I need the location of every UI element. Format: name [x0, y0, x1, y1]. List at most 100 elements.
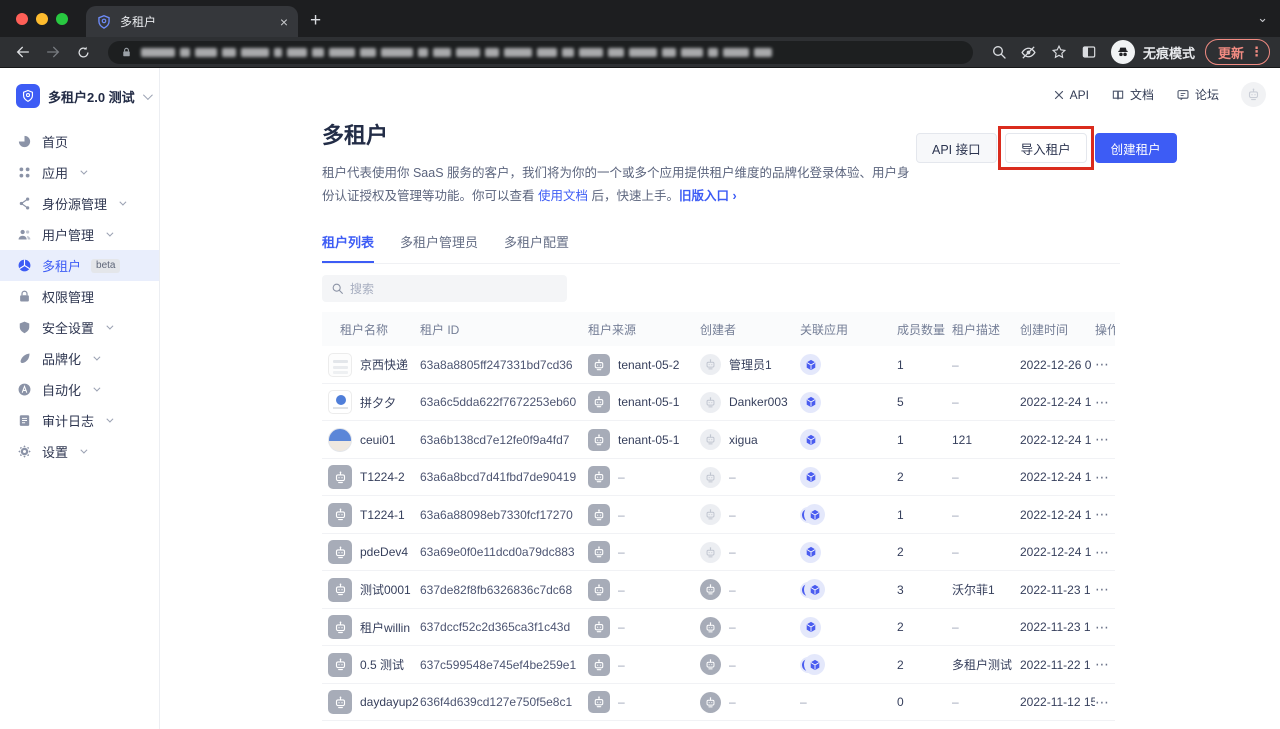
workspace-switcher[interactable]: 多租户2.0 测试	[16, 82, 159, 110]
sidebar-item-grid[interactable]: 应用	[0, 157, 159, 188]
browser-tab[interactable]: 多租户 ×	[86, 6, 298, 37]
new-tab-button[interactable]: +	[310, 10, 321, 32]
table-row[interactable]: pdeDev4 63a69e0f0e11dcd0a79dc883 – – – 2…	[322, 534, 1115, 572]
sidebar-item-chevron-icon	[93, 385, 100, 392]
import-tenant-button[interactable]: 导入租户	[1005, 133, 1087, 163]
sidebar-item-gear[interactable]: 设置	[0, 436, 159, 467]
row-actions-button[interactable]: ⋯	[1095, 431, 1115, 448]
row-actions-button[interactable]: ⋯	[1095, 544, 1115, 561]
sidebar-item-chevron-icon	[80, 168, 87, 175]
create-tenant-button[interactable]: 创建租户	[1095, 133, 1177, 163]
sidebar-item-label: 安全设置	[42, 318, 94, 337]
row-actions-button[interactable]: ⋯	[1095, 694, 1115, 711]
user-avatar[interactable]	[1241, 82, 1266, 107]
browser-chrome: 多租户 × + ⌄ 无痕模式 更新 ⋮	[0, 0, 1280, 68]
password-eye-off-icon[interactable]	[1015, 38, 1043, 66]
tenant-description: –	[952, 620, 1020, 634]
row-actions-button[interactable]: ⋯	[1095, 656, 1115, 673]
row-actions-button[interactable]: ⋯	[1095, 581, 1115, 598]
close-window-button[interactable]	[16, 13, 28, 25]
column-header: 租户名称	[322, 321, 420, 338]
reload-button[interactable]	[70, 39, 96, 65]
creator-name: xigua	[729, 433, 758, 447]
row-actions-button[interactable]: ⋯	[1095, 469, 1115, 486]
sidebar-item-tenant[interactable]: 多租户 beta	[0, 250, 159, 281]
legacy-entry-link[interactable]: 旧版入口 ›	[679, 189, 737, 203]
pie-icon	[17, 134, 32, 149]
tenant-source: –	[618, 545, 625, 559]
member-count: 2	[897, 620, 952, 634]
creator-avatar	[700, 617, 721, 638]
creator-avatar	[700, 504, 721, 525]
table-row[interactable]: T1224-1 63a6a88098eb7330fcf17270 – – – 1…	[322, 496, 1115, 534]
api-endpoint-button[interactable]: API 接口	[916, 133, 997, 163]
bookmark-star-icon[interactable]	[1045, 38, 1073, 66]
tenant-description: –	[952, 545, 1020, 559]
sidebar-item-auto[interactable]: 自动化	[0, 374, 159, 405]
table-row[interactable]: 京西快递 63a8a8805ff247331bd7cd36 tenant-05-…	[322, 346, 1115, 384]
sidebar-item-share[interactable]: 身份源管理	[0, 188, 159, 219]
tenant-name: 租户willin	[360, 619, 410, 636]
linked-app-icon	[804, 654, 825, 675]
creator-avatar	[700, 692, 721, 713]
sidebar-item-log[interactable]: 审计日志	[0, 405, 159, 436]
toolbar-right: 无痕模式 更新 ⋮	[985, 38, 1270, 66]
api-label: API	[1070, 88, 1089, 102]
forum-link[interactable]: 论坛	[1176, 86, 1219, 103]
sidebar-item-lock[interactable]: 权限管理	[0, 281, 159, 312]
incognito-profile[interactable]: 无痕模式	[1111, 40, 1195, 64]
table-row[interactable]: 测试0001 637de82f8fb6326836c7dc68 – – – 3 …	[322, 571, 1115, 609]
member-count: 3	[897, 583, 952, 597]
browser-update-button[interactable]: 更新 ⋮	[1205, 39, 1270, 65]
forward-button[interactable]	[40, 39, 66, 65]
search-input[interactable]	[350, 282, 558, 296]
browser-toolbar: 无痕模式 更新 ⋮	[0, 37, 1280, 68]
sidebar-item-pie[interactable]: 首页	[0, 126, 159, 157]
tab-strip: 多租户 × + ⌄	[0, 0, 1280, 37]
row-actions-button[interactable]: ⋯	[1095, 506, 1115, 523]
tenant-name: daydayup2	[360, 695, 419, 709]
sidebar-item-users[interactable]: 用户管理	[0, 219, 159, 250]
linked-apps: –	[800, 467, 897, 488]
page-tab[interactable]: 多租户管理员	[400, 232, 478, 263]
tenant-source-icon	[588, 391, 610, 413]
tenant-name: 0.5 测试	[360, 656, 404, 673]
minimize-window-button[interactable]	[36, 13, 48, 25]
workspace-name: 多租户2.0 测试	[48, 87, 135, 106]
member-count: 2	[897, 545, 952, 559]
linked-apps-empty: –	[800, 695, 807, 709]
tab-close-icon[interactable]: ×	[280, 14, 288, 30]
gear-icon	[17, 444, 32, 459]
site-lock-icon	[120, 46, 133, 59]
table-row[interactable]: T1224-2 63a6a8bcd7d41fbd7de90419 – – – 2…	[322, 459, 1115, 497]
sidebar-item-brush[interactable]: 品牌化	[0, 343, 159, 374]
address-bar[interactable]	[108, 41, 973, 64]
side-panel-icon[interactable]	[1075, 38, 1103, 66]
usage-doc-link[interactable]: 使用文档	[538, 189, 588, 203]
api-link[interactable]: API	[1053, 88, 1089, 102]
table-row[interactable]: daydayup2 636f4d639cd127e750f5e8c1 – – –…	[322, 684, 1115, 722]
tenant-id: 63a8a8805ff247331bd7cd36	[420, 358, 588, 372]
window-controls[interactable]	[16, 13, 68, 25]
row-actions-button[interactable]: ⋯	[1095, 619, 1115, 636]
back-button[interactable]	[10, 39, 36, 65]
browser-menu-dots-icon[interactable]: ⋮	[1250, 44, 1263, 60]
docs-link[interactable]: 文档	[1111, 86, 1154, 103]
zoom-search-icon[interactable]	[985, 38, 1013, 66]
sidebar-item-shield2[interactable]: 安全设置	[0, 312, 159, 343]
page-tab[interactable]: 多租户配置	[504, 232, 569, 263]
created-time: 2022-11-23 1	[1020, 620, 1095, 634]
row-actions-button[interactable]: ⋯	[1095, 356, 1115, 373]
page-tab[interactable]: 租户列表	[322, 232, 374, 263]
table-row[interactable]: ceui01 63a6b138cd7e12fe0f9a4fd7 tenant-0…	[322, 421, 1115, 459]
table-row[interactable]: 0.5 测试 637c599548e745ef4be259e1 – – – 2 …	[322, 646, 1115, 684]
tab-search-chevron-icon[interactable]: ⌄	[1257, 10, 1268, 26]
sidebar-item-label: 多租户	[42, 256, 81, 275]
tenant-icon	[17, 258, 32, 273]
maximize-window-button[interactable]	[56, 13, 68, 25]
table-row[interactable]: 租户willin 637dccf52c2d365ca3f1c43d – – – …	[322, 609, 1115, 647]
search-box[interactable]	[322, 275, 567, 302]
linked-app-icon	[800, 467, 821, 488]
table-row[interactable]: 拼夕夕 63a6c5dda622f7672253eb60 tenant-05-1…	[322, 384, 1115, 422]
row-actions-button[interactable]: ⋯	[1095, 394, 1115, 411]
